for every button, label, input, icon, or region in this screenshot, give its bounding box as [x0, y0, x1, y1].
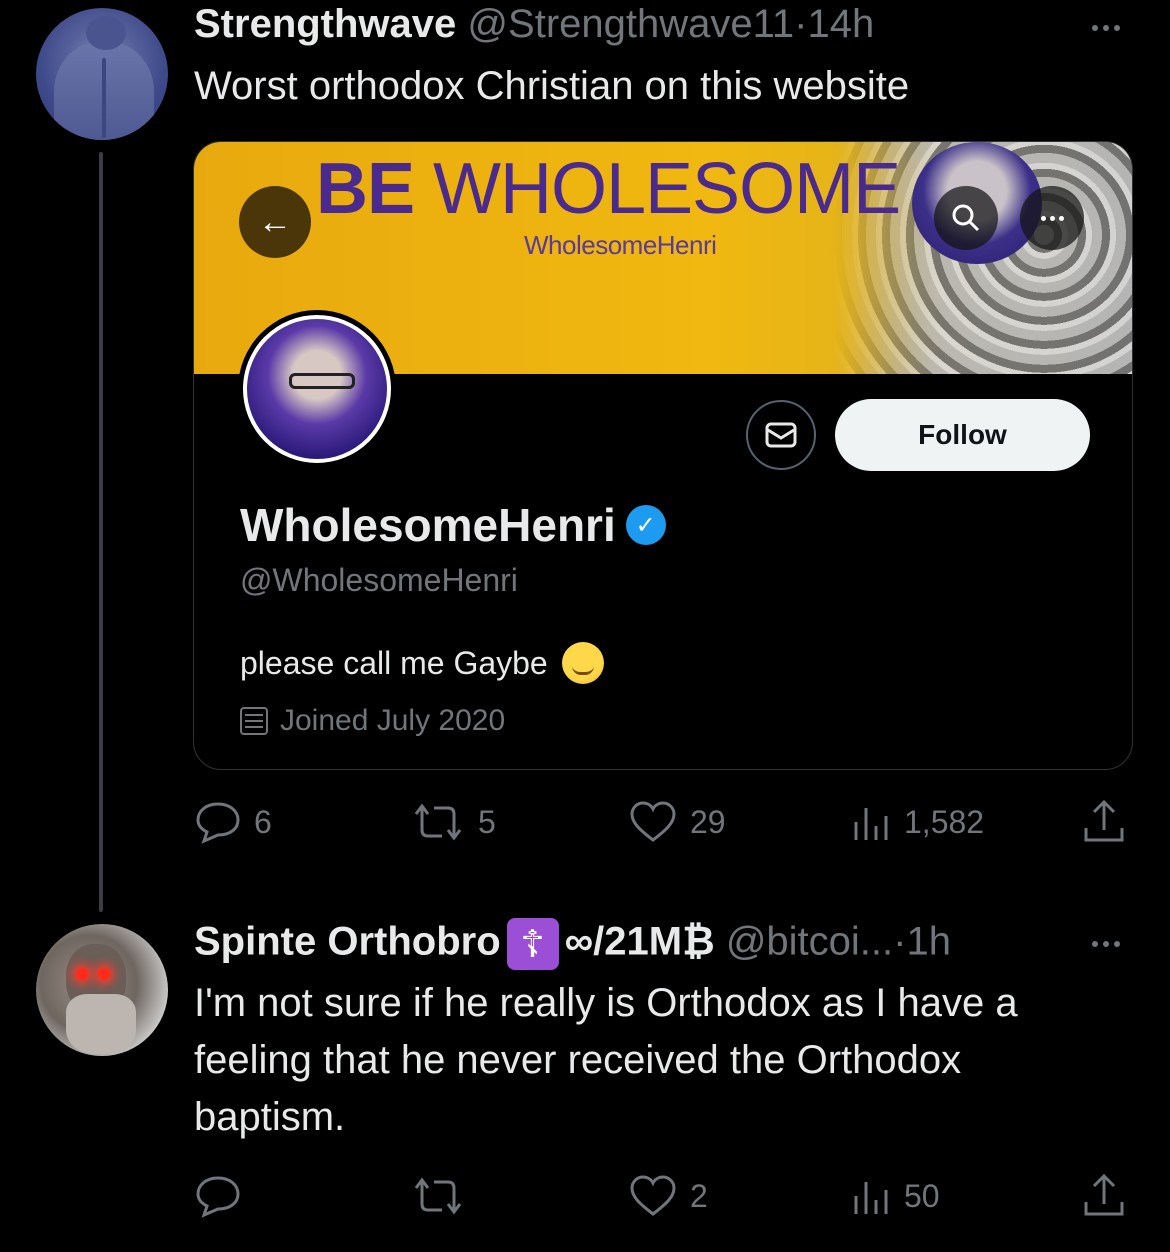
tweet-text-line: feeling that he never received the Ortho…: [194, 1038, 962, 1082]
author-handle[interactable]: @Strengthwave11: [467, 2, 794, 46]
tweet-text: Worst orthodox Christian on this website: [194, 64, 910, 108]
profile-avatar: [238, 310, 396, 468]
separator: ·: [794, 2, 808, 46]
more-icon[interactable]: [1084, 18, 1128, 38]
tweet-header: Strengthwave @Strengthwave11·14h: [194, 2, 874, 47]
like-icon: [630, 1175, 676, 1216]
reply-button[interactable]: [194, 1174, 242, 1218]
author-name-suffix[interactable]: ∞/21M₿: [565, 920, 715, 964]
profile-card[interactable]: BE WHOLESOME WholesomeHenri ← Follow Who…: [193, 141, 1133, 770]
profile-display-name: WholesomeHenri ✓: [240, 498, 666, 552]
mail-icon[interactable]: [746, 400, 816, 470]
author-handle[interactable]: @bitcoi...: [726, 920, 893, 964]
timestamp[interactable]: 1h: [906, 920, 951, 964]
share-icon: [1084, 799, 1124, 842]
like-button[interactable]: 2: [628, 1174, 708, 1218]
repost-button[interactable]: [410, 1174, 466, 1218]
banner-title: BE WHOLESOME: [316, 149, 901, 229]
tweet-text-line: baptism.: [194, 1095, 346, 1139]
orthodox-cross-icon: ☦: [506, 918, 559, 970]
views-icon: [854, 808, 888, 840]
views-icon: [854, 1182, 888, 1214]
tweet-text: I'm not sure if he really is Orthodox as…: [194, 975, 1018, 1146]
tweet-text-line: I'm not sure if he really is Orthodox as…: [194, 981, 1018, 1025]
smirk-emoji-icon: [561, 642, 604, 684]
profile-joined: Joined July 2020: [240, 704, 505, 738]
reply-icon: [196, 802, 240, 844]
reply-icon: [196, 1176, 240, 1218]
avatar-spinte[interactable]: [36, 924, 168, 1056]
avatar-strengthwave[interactable]: [36, 8, 168, 140]
calendar-icon: [240, 707, 268, 735]
like-button[interactable]: 29: [628, 800, 726, 844]
reply-button[interactable]: 6: [194, 800, 272, 844]
views-button[interactable]: 1,582: [850, 800, 984, 844]
verified-badge-icon: ✓: [625, 505, 666, 545]
thread-connector: [99, 152, 103, 912]
repost-button[interactable]: 5: [410, 800, 496, 844]
like-icon: [630, 801, 676, 842]
separator: ·: [893, 919, 907, 964]
timestamp[interactable]: 14h: [807, 2, 874, 46]
banner-subtitle: WholesomeHenri: [524, 230, 717, 260]
author-name[interactable]: Strengthwave: [194, 2, 456, 46]
back-arrow-icon[interactable]: ←: [239, 186, 311, 258]
repost-icon: [414, 803, 462, 841]
share-button[interactable]: [1080, 798, 1128, 846]
views-button[interactable]: 50: [850, 1174, 940, 1218]
repost-icon: [414, 1177, 462, 1215]
search-icon[interactable]: [934, 186, 998, 250]
follow-button[interactable]: Follow: [835, 399, 1090, 471]
profile-handle: @WholesomeHenri: [240, 562, 518, 598]
more-icon[interactable]: [1020, 186, 1084, 250]
share-button[interactable]: [1080, 1172, 1128, 1220]
share-icon: [1084, 1173, 1124, 1216]
author-name[interactable]: Spinte Orthobro: [194, 920, 501, 964]
tweet-header: Spinte Orthobro ☦ ∞/21M₿ @bitcoi...·1h: [194, 918, 951, 970]
profile-bio: please call me Gaybe: [240, 642, 604, 684]
more-icon[interactable]: [1084, 934, 1128, 954]
